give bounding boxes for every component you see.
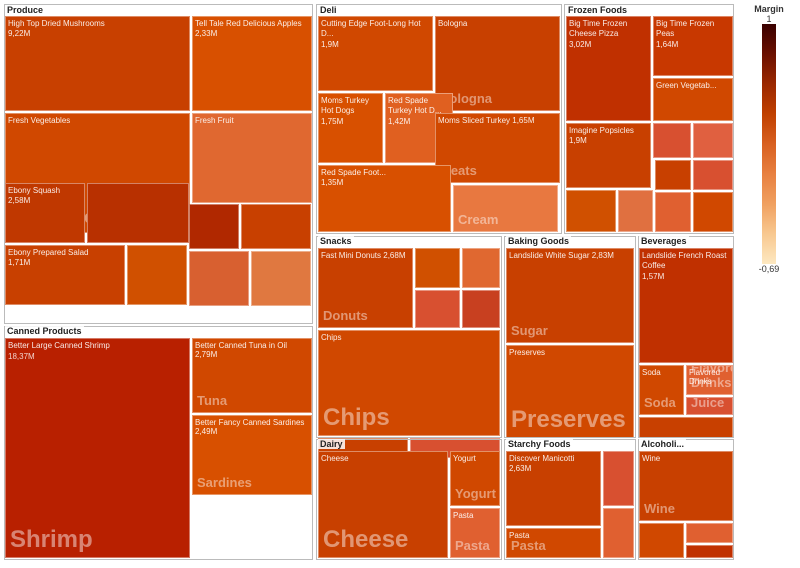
treemap-cell-starchy3[interactable]: PastaPasta xyxy=(506,528,601,558)
treemap-cell-frozen1[interactable]: Big Time Frozen Cheese Pizza 3,02M xyxy=(566,16,651,121)
treemap-cell-prod4[interactable]: Fresh Fruit xyxy=(192,113,312,203)
section-dairy: Dairy xyxy=(318,439,345,449)
treemap-cell-snack2[interactable] xyxy=(415,248,460,288)
treemap-cell-bev5[interactable] xyxy=(639,417,733,438)
treemap-cell-snack3[interactable] xyxy=(462,248,500,288)
treemap-cell-frozen12[interactable] xyxy=(693,192,733,232)
treemap-cell-baking2[interactable]: PreservesPreserves xyxy=(506,345,634,438)
legend-min: -0,69 xyxy=(759,264,780,274)
treemap-cell-alc4[interactable] xyxy=(686,545,733,558)
treemap-cell-alc3[interactable] xyxy=(686,523,733,543)
treemap-cell-snack6[interactable]: ChipsChips xyxy=(318,330,500,436)
treemap-cell-prod2[interactable]: Tell Tale Red Delicious Apples 2,33M xyxy=(192,16,312,111)
treemap-cell-frozen7[interactable] xyxy=(566,190,616,232)
treemap-cell-bev4[interactable]: Juice xyxy=(686,397,733,415)
legend-max: 1 xyxy=(766,14,771,24)
section-deli: Deli xyxy=(318,5,339,15)
section-canned: Canned Products xyxy=(5,326,84,336)
section-baking: Baking Goods xyxy=(506,236,571,246)
treemap-cell-bev2[interactable]: SodaSoda xyxy=(639,365,684,415)
treemap-cell-snack5[interactable] xyxy=(462,290,500,328)
treemap-cell-can2[interactable]: Better Canned Tuna in Oil 2,79MTuna xyxy=(192,338,312,413)
treemap-cell-bev3[interactable]: Flavored DrinksFlavored Drinks xyxy=(686,365,733,395)
treemap-cell-can3[interactable]: Better Fancy Canned Sardines 2,49MSardin… xyxy=(192,415,312,495)
treemap-cell-alc1[interactable]: WineWine xyxy=(639,451,733,521)
treemap: Produce Deli Frozen Foods Canned Product… xyxy=(4,4,734,560)
treemap-cell-starchy5[interactable] xyxy=(603,508,634,558)
section-beverages: Beverages xyxy=(639,236,689,246)
treemap-cell-prod1[interactable]: High Top Dried Mushrooms 9,22M xyxy=(5,16,190,111)
treemap-cell-prod10[interactable] xyxy=(241,204,311,249)
treemap-cell-frozen9[interactable] xyxy=(655,160,691,190)
treemap-cell-deli8[interactable]: Cream xyxy=(453,185,558,232)
legend: Margin 1 -0,69 xyxy=(740,0,800,568)
treemap-cell-baking1[interactable]: Landslide White Sugar 2,83MSugar xyxy=(506,248,634,343)
section-frozen: Frozen Foods xyxy=(566,5,629,15)
treemap-cell-starchy4[interactable] xyxy=(603,451,634,506)
treemap-cell-deli6[interactable]: Moms Sliced Turkey 1,65MMeats xyxy=(435,113,560,183)
section-snacks: Snacks xyxy=(318,236,354,246)
treemap-cell-frozen4[interactable]: Imagine Popsicles 1,9M xyxy=(566,123,651,188)
treemap-cell-snack1[interactable]: Fast Mini Donuts 2,68MDonuts xyxy=(318,248,413,328)
treemap-cell-frozen3[interactable]: Green Vegetab... xyxy=(653,78,733,121)
treemap-cell-deli7[interactable]: Red Spade Foot... 1,35M xyxy=(318,165,451,232)
treemap-cell-bev1[interactable]: Landslide French Roast Coffee 1,57M xyxy=(639,248,733,363)
treemap-cell-deli4[interactable]: Moms Turkey Hot Dogs 1,75M xyxy=(318,93,383,163)
section-starchy: Starchy Foods xyxy=(506,439,573,449)
section-alcoholic: Alcoholi... xyxy=(639,439,686,449)
section-produce: Produce xyxy=(5,5,45,15)
treemap-cell-dairy3[interactable]: PastaPasta xyxy=(450,508,500,558)
treemap-cell-frozen5[interactable] xyxy=(653,123,691,158)
legend-gradient xyxy=(762,24,776,264)
treemap-cell-deli1[interactable]: Cutting Edge Foot-Long Hot D... 1,9M xyxy=(318,16,433,91)
treemap-cell-frozen2[interactable]: Big Time Frozen Peas 1,64M xyxy=(653,16,733,76)
legend-title: Margin xyxy=(754,4,784,14)
treemap-cell-prod6[interactable] xyxy=(87,183,189,243)
treemap-cell-prod11[interactable] xyxy=(189,251,249,306)
treemap-cell-frozen6[interactable] xyxy=(693,123,733,158)
treemap-cell-prod7[interactable]: Ebony Prepared Salad 1,71M xyxy=(5,245,125,305)
treemap-cell-prod9[interactable] xyxy=(189,204,239,249)
chart-area: Produce Deli Frozen Foods Canned Product… xyxy=(0,0,740,568)
treemap-cell-frozen8[interactable] xyxy=(618,190,653,232)
treemap-cell-frozen10[interactable] xyxy=(693,160,733,190)
treemap-cell-dairy2[interactable]: YogurtYogurt xyxy=(450,451,500,506)
main-container: Produce Deli Frozen Foods Canned Product… xyxy=(0,0,800,568)
treemap-cell-can1[interactable]: Better Large Canned Shrimp18,37MShrimp xyxy=(5,338,190,558)
treemap-cell-prod8[interactable] xyxy=(127,245,187,305)
treemap-cell-dairy1[interactable]: CheeseCheese xyxy=(318,451,448,558)
treemap-cell-alc2[interactable] xyxy=(639,523,684,558)
treemap-cell-snack4[interactable] xyxy=(415,290,460,328)
treemap-cell-starchy2[interactable]: Discover Manicotti 2,63M xyxy=(506,451,601,526)
treemap-cell-frozen11[interactable] xyxy=(655,192,691,232)
treemap-cell-prod5[interactable]: Ebony Squash 2,58M xyxy=(5,183,85,243)
treemap-cell-prod12[interactable] xyxy=(251,251,311,306)
treemap-cell-deli3[interactable]: BolognaBologna xyxy=(435,16,560,111)
